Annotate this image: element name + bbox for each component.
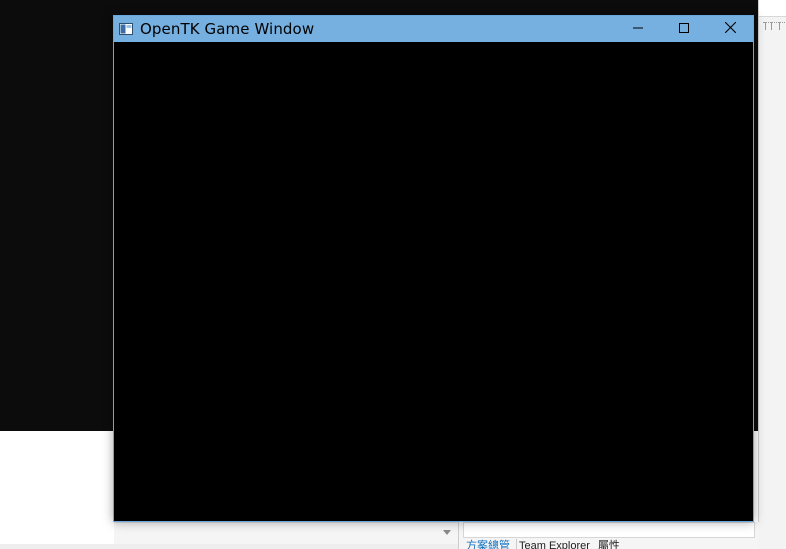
close-icon: [724, 20, 736, 38]
desktop: 方案總管 Team Explorer 屬性 OpenTK Game Window: [0, 0, 786, 549]
maximize-icon: [679, 20, 689, 38]
caption-buttons: [615, 16, 753, 42]
minimize-icon: [633, 20, 643, 38]
tab-team-explorer[interactable]: Team Explorer: [517, 539, 596, 549]
maximize-button[interactable]: [661, 16, 707, 42]
solution-explorer-search[interactable]: [463, 522, 755, 538]
chevron-down-icon[interactable]: [443, 530, 451, 535]
ide-ruler: [763, 22, 786, 31]
ide-editor-edge: [758, 0, 786, 549]
ruler-tick: [771, 22, 772, 30]
minimize-button[interactable]: [615, 16, 661, 42]
window-titlebar[interactable]: OpenTK Game Window: [114, 16, 753, 42]
tab-solution-explorer[interactable]: 方案總管: [464, 539, 517, 549]
close-button[interactable]: [707, 16, 753, 42]
tab-properties[interactable]: 屬性: [596, 539, 626, 549]
ide-status-bar: [0, 544, 458, 549]
game-window[interactable]: OpenTK Game Window: [113, 15, 754, 522]
window-title: OpenTK Game Window: [140, 20, 315, 38]
game-render-area[interactable]: [114, 42, 753, 521]
ide-bottom-tabs: 方案總管 Team Explorer 屬性: [464, 539, 626, 549]
ide-output-area: [0, 431, 114, 549]
app-window-icon[interactable]: [119, 23, 133, 35]
ruler-tick: [765, 22, 766, 30]
ide-editor-tab-strip: [759, 0, 786, 17]
ruler-tick: [779, 22, 780, 30]
